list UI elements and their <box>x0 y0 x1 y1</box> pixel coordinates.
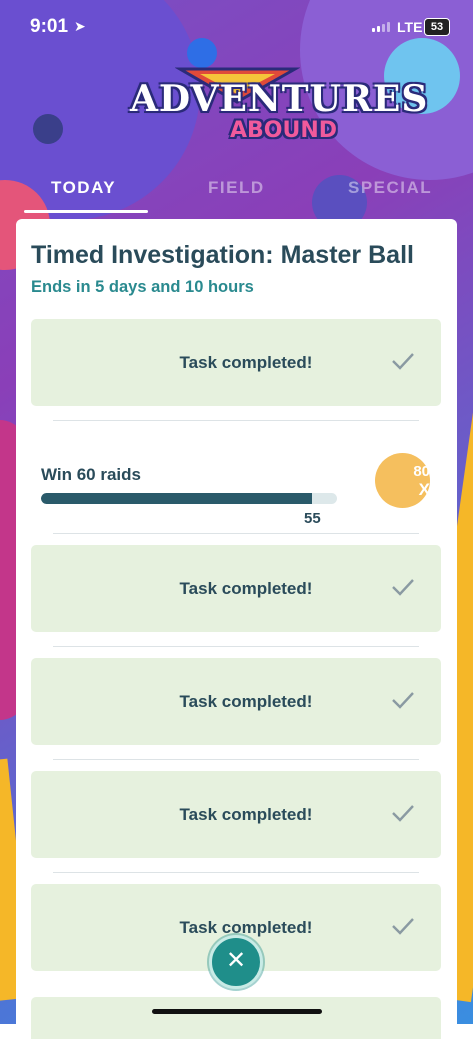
check-icon <box>392 579 414 596</box>
task-completed[interactable]: Task completed! <box>31 658 441 745</box>
status-time: 9:01 <box>30 16 69 37</box>
divider <box>53 646 419 647</box>
logo-subtitle: ABOUND <box>230 118 338 143</box>
cellular-signal-icon <box>372 22 390 32</box>
network-type: LTE <box>397 19 423 35</box>
divider <box>53 420 419 421</box>
task-progress-count: 55 <box>304 510 321 527</box>
reward-amount: 8000 <box>413 463 447 480</box>
task-completed[interactable]: Task completed! <box>31 545 441 632</box>
status-bar: 9:01 ➤ LTE 53 <box>0 0 473 56</box>
task-partial-offscreen <box>31 997 441 1039</box>
research-card: Timed Investigation: Master Ball Ends in… <box>16 219 457 1039</box>
check-icon <box>392 692 414 709</box>
task-completed[interactable]: Task completed! <box>31 771 441 858</box>
logo-title: ADVENTURES <box>130 78 429 120</box>
close-icon: ✕ <box>225 947 247 974</box>
bg-circle <box>33 114 63 144</box>
tab-field[interactable]: FIELD <box>208 178 265 198</box>
task-progress-bar <box>41 493 337 504</box>
tab-special[interactable]: SPECIAL <box>348 178 432 198</box>
tab-today[interactable]: TODAY <box>51 178 116 198</box>
check-icon <box>392 805 414 822</box>
task-completed[interactable]: Task completed! <box>31 319 441 406</box>
check-icon <box>392 918 414 935</box>
divider <box>53 533 419 534</box>
home-indicator <box>152 1009 322 1014</box>
xp-reward-badge: 8000 XP <box>375 453 447 508</box>
task-in-progress[interactable]: Win 60 raids 55 8000 XP <box>31 444 447 534</box>
research-title: Timed Investigation: Master Ball <box>31 241 414 269</box>
research-tabs: TODAY FIELD SPECIAL <box>0 170 473 216</box>
location-arrow-icon: ➤ <box>74 18 86 34</box>
divider <box>53 872 419 873</box>
reward-unit: XP <box>418 480 442 499</box>
event-logo: ADVENTURES ABOUND <box>130 62 429 152</box>
active-tab-indicator <box>24 210 148 213</box>
close-button[interactable]: ✕ <box>209 935 263 989</box>
divider <box>53 759 419 760</box>
task-progress-fill <box>41 493 313 504</box>
check-icon <box>392 353 414 370</box>
battery-indicator: 53 <box>424 18 450 36</box>
task-label: Win 60 raids <box>41 465 141 484</box>
research-time-remaining: Ends in 5 days and 10 hours <box>31 278 254 296</box>
